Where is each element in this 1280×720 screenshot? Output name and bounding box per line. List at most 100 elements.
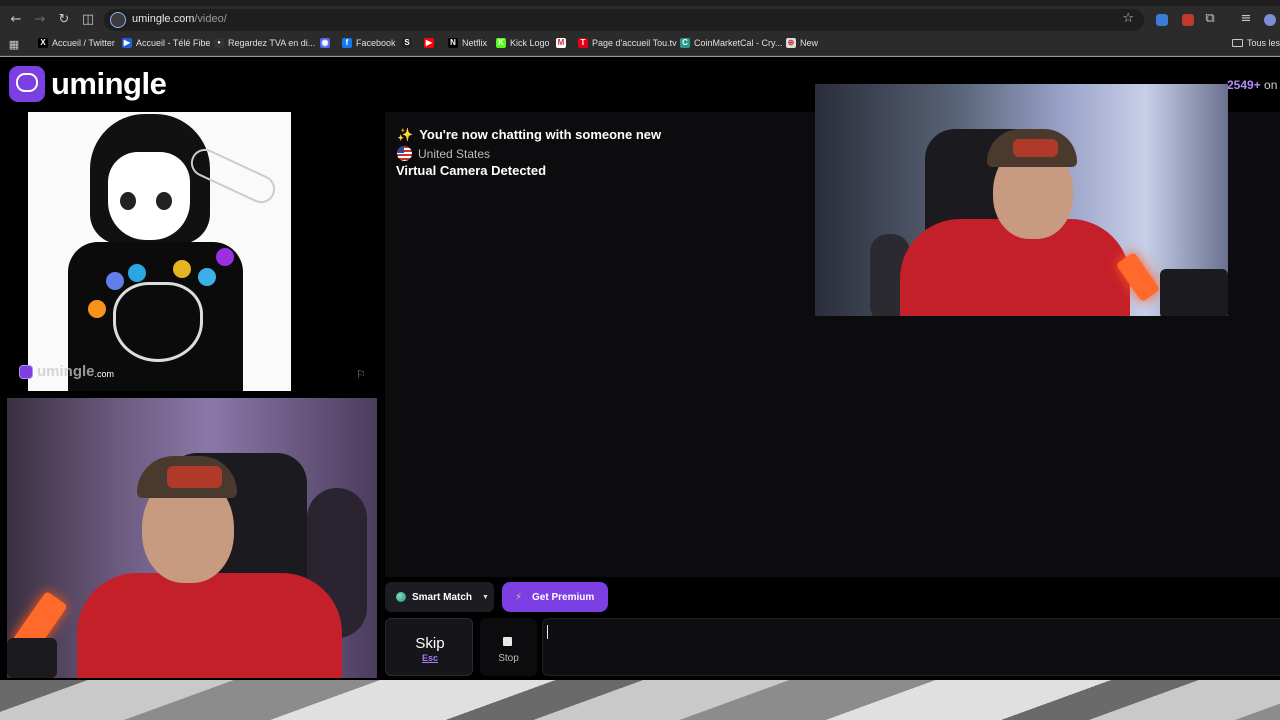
bookmark-favicon-icon: f: [342, 38, 352, 48]
extensions-puzzle-icon[interactable]: ⧉: [1202, 11, 1218, 27]
country-label: United States: [418, 146, 491, 161]
virtual-camera-notice: Virtual Camera Detected: [396, 163, 547, 178]
forward-icon[interactable]: →: [32, 12, 48, 28]
bookmark-item[interactable]: S: [402, 38, 412, 48]
message-input[interactable]: [542, 618, 1280, 676]
url-path: /video/: [194, 13, 227, 25]
bookmark-star-icon[interactable]: ☆: [1122, 11, 1134, 26]
bookmark-item[interactable]: ◉: [320, 38, 330, 48]
smart-match-label: Smart Match: [412, 591, 473, 603]
bookmark-item[interactable]: M: [556, 38, 566, 48]
all-bookmarks-label: Tous les: [1246, 38, 1280, 48]
bookmark-item[interactable]: ▶: [424, 38, 434, 48]
watermark-suffix: .com: [94, 368, 115, 379]
apps-grid-icon[interactable]: ▦: [6, 37, 22, 53]
smart-match-dropdown[interactable]: Smart Match ▼: [385, 582, 494, 612]
telegram-icon: [198, 268, 216, 286]
avatar-eye: [120, 192, 136, 210]
watermark-logo-icon: [19, 364, 33, 379]
bookmark-label: CoinMarketCal - Cry...: [694, 38, 783, 48]
lightning-icon: ⚡: [515, 591, 523, 603]
bookmark-item[interactable]: K Kick Logo: [496, 38, 550, 48]
partner-country: United States: [397, 146, 490, 161]
bookmark-favicon-icon: T: [578, 38, 588, 48]
logo-text: umingle: [51, 66, 167, 101]
reload-icon[interactable]: ↻: [56, 12, 72, 28]
side-panel-icon[interactable]: ◫: [80, 12, 96, 28]
bookmark-label: Facebook: [356, 38, 396, 48]
bookmark-item[interactable]: X Accueil / Twitter: [38, 38, 115, 48]
partner-video: [28, 112, 291, 391]
get-premium-label: Get Premium: [532, 591, 595, 603]
address-bar[interactable]: umingle.com/video/ ☆: [104, 9, 1144, 31]
bookmark-favicon-icon: K: [496, 38, 506, 48]
all-bookmarks[interactable]: Tous les: [1231, 38, 1280, 48]
bookmark-favicon-icon: X: [38, 38, 48, 48]
token-icon: [173, 260, 191, 278]
online-count: 2549+ on: [1227, 78, 1277, 92]
mic-arm: [1160, 269, 1228, 316]
text-cursor: [547, 625, 548, 639]
shirt-devil-graphic: [113, 282, 203, 362]
bookmark-item[interactable]: ⊕ New: [786, 38, 818, 48]
stop-icon: [503, 637, 512, 646]
avatar-eye: [156, 192, 172, 210]
bookmark-label: Netflix: [462, 38, 488, 48]
online-count-suffix: on: [1260, 78, 1278, 92]
folder-icon: [1231, 39, 1243, 47]
stop-button[interactable]: Stop: [480, 618, 537, 676]
chat-status-message: ✨ You're now chatting with someone new: [397, 127, 661, 143]
profile-avatar[interactable]: [1264, 14, 1276, 26]
bookmark-label: Kick Logo: [510, 38, 550, 48]
media-control-icon[interactable]: ≡: [1238, 11, 1254, 27]
stream-overlay-camera: [815, 84, 1228, 316]
bookmark-favicon-icon: ◉: [320, 38, 330, 48]
chat-bubble-logo-icon: [9, 66, 45, 102]
new-chat-text: You're now chatting with someone new: [419, 127, 662, 142]
bookmark-label: Accueil - Télé Fibe: [136, 38, 211, 48]
bookmark-label: Regardez TVA en di...: [228, 38, 316, 48]
mic-stand: [7, 638, 57, 678]
get-premium-button[interactable]: ⚡ Get Premium: [502, 582, 608, 612]
bookmark-favicon-icon: M: [556, 38, 566, 48]
bookmark-label: New: [800, 38, 819, 48]
chevron-down-icon: ▼: [482, 593, 489, 601]
bookmark-item[interactable]: T Page d'accueil Tou.tv: [578, 38, 677, 48]
stop-label: Stop: [498, 653, 519, 664]
bookmark-favicon-icon: S: [402, 38, 412, 48]
token-icon: [128, 264, 146, 282]
ethereum-icon: [106, 272, 124, 290]
report-flag-icon[interactable]: ⚐: [356, 368, 368, 381]
skip-shortcut: Esc: [421, 653, 438, 663]
bookmark-favicon-icon: •: [214, 38, 224, 48]
back-icon[interactable]: ←: [8, 12, 24, 28]
bookmark-label: Accueil / Twitter: [52, 38, 115, 48]
extension-icon[interactable]: [1182, 14, 1194, 26]
bookmark-favicon-icon: N: [448, 38, 458, 48]
us-flag-icon: [397, 146, 412, 161]
bookmarks-bar: ▦ X Accueil / Twitter ▶ Accueil - Télé Fibe…: [0, 34, 1280, 56]
bookmark-favicon-icon: ▶: [122, 38, 132, 48]
cap-patch: [1013, 139, 1058, 157]
bookmark-item[interactable]: f Facebook: [342, 38, 396, 48]
bookmark-item[interactable]: • Regardez TVA en di...: [214, 38, 315, 48]
site-info-icon[interactable]: [110, 12, 126, 28]
self-video: [7, 398, 377, 678]
screen: ← → ↻ ◫ umingle.com/video/ ☆ ⧉ ≡ ▦ X Accu…: [0, 0, 1280, 720]
extension-icon[interactable]: [1156, 14, 1168, 26]
url-host: umingle.com: [132, 13, 195, 25]
skip-button[interactable]: Skip Esc: [385, 618, 473, 676]
bookmark-item[interactable]: ▶ Accueil - Télé Fibe: [122, 38, 210, 48]
page: umingle umingle .com ⚐ ✨ You're now chat…: [0, 57, 1280, 680]
watermark-name: umingle: [37, 363, 95, 380]
video-watermark: umingle .com: [19, 363, 114, 380]
site-logo[interactable]: umingle: [9, 66, 167, 102]
bookmark-item[interactable]: C CoinMarketCal - Cry...: [680, 38, 782, 48]
online-count-number: 2549+: [1227, 78, 1261, 92]
bookmark-favicon-icon: ⊕: [786, 38, 796, 48]
bookmark-item[interactable]: N Netflix: [448, 38, 487, 48]
red-hoodie: [77, 573, 342, 678]
desk-background: [0, 680, 1280, 720]
url-text: umingle.com/video/: [132, 13, 227, 25]
sparkles-icon: ✨: [397, 128, 414, 143]
